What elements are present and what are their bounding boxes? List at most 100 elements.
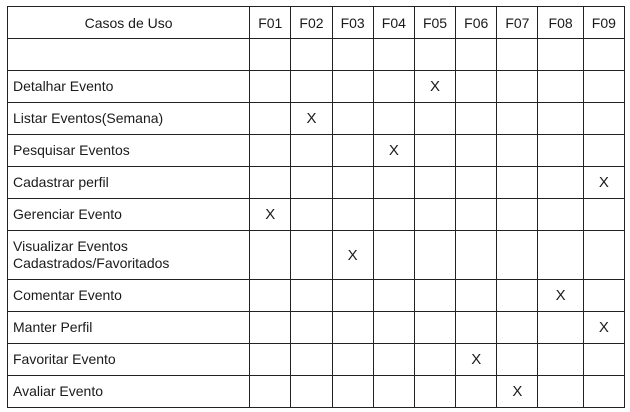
header-f01: F01 bbox=[249, 6, 292, 39]
table-row bbox=[6, 38, 626, 71]
mark-cell: X bbox=[496, 375, 539, 408]
header-f08: F08 bbox=[537, 6, 584, 39]
mark-cell bbox=[249, 343, 292, 376]
mark-cell bbox=[496, 198, 539, 231]
mark-cell bbox=[331, 375, 374, 408]
mark-cell bbox=[249, 38, 292, 71]
use-case-cell: Avaliar Evento bbox=[6, 375, 251, 408]
header-f02: F02 bbox=[290, 6, 333, 39]
table-row: Visualizar Eventos Cadastrados/Favoritad… bbox=[6, 230, 626, 280]
traceability-matrix: Casos de Uso F01 F02 F03 F04 F05 F06 F07… bbox=[6, 6, 626, 408]
mark-cell bbox=[413, 198, 457, 231]
table-row: Comentar Evento X bbox=[6, 279, 626, 312]
mark-cell bbox=[290, 166, 333, 199]
use-case-cell: Detalhar Evento bbox=[6, 70, 251, 103]
mark-cell bbox=[372, 230, 415, 280]
mark-cell bbox=[249, 279, 292, 312]
mark-cell bbox=[582, 230, 626, 280]
use-case-cell: Comentar Evento bbox=[6, 279, 251, 312]
use-case-cell bbox=[6, 38, 251, 71]
mark-cell: X bbox=[249, 198, 292, 231]
mark-cell bbox=[413, 311, 457, 344]
mark-cell bbox=[372, 166, 415, 199]
mark-cell bbox=[537, 375, 584, 408]
mark-cell bbox=[496, 343, 539, 376]
header-f03: F03 bbox=[331, 6, 374, 39]
mark-cell bbox=[455, 230, 498, 280]
mark-cell bbox=[331, 311, 374, 344]
mark-cell bbox=[290, 375, 333, 408]
mark-cell bbox=[537, 311, 584, 344]
mark-cell bbox=[249, 311, 292, 344]
mark-cell bbox=[537, 230, 584, 280]
mark-cell: X bbox=[537, 279, 584, 312]
mark-cell bbox=[331, 343, 374, 376]
mark-cell bbox=[372, 102, 415, 135]
mark-cell bbox=[582, 375, 626, 408]
mark-cell bbox=[455, 375, 498, 408]
use-case-cell: Pesquisar Eventos bbox=[6, 134, 251, 167]
mark-cell bbox=[249, 166, 292, 199]
mark-cell bbox=[331, 70, 374, 103]
mark-cell bbox=[331, 279, 374, 312]
mark-cell: X bbox=[582, 166, 626, 199]
mark-cell bbox=[455, 102, 498, 135]
mark-cell bbox=[496, 230, 539, 280]
mark-cell bbox=[249, 70, 292, 103]
table-row: Avaliar Evento X bbox=[6, 375, 626, 408]
mark-cell bbox=[496, 166, 539, 199]
use-case-cell: Gerenciar Evento bbox=[6, 198, 251, 231]
mark-cell bbox=[537, 70, 584, 103]
mark-cell bbox=[582, 198, 626, 231]
mark-cell bbox=[413, 38, 457, 71]
mark-cell bbox=[372, 70, 415, 103]
use-case-cell: Visualizar Eventos Cadastrados/Favoritad… bbox=[6, 230, 251, 280]
use-case-cell: Cadastrar perfil bbox=[6, 166, 251, 199]
mark-cell bbox=[372, 311, 415, 344]
mark-cell bbox=[290, 38, 333, 71]
use-case-cell: Listar Eventos(Semana) bbox=[6, 102, 251, 135]
mark-cell bbox=[290, 343, 333, 376]
mark-cell bbox=[455, 70, 498, 103]
header-f09: F09 bbox=[582, 6, 626, 39]
mark-cell bbox=[582, 279, 626, 312]
mark-cell bbox=[537, 102, 584, 135]
mark-cell: X bbox=[372, 134, 415, 167]
mark-cell bbox=[413, 375, 457, 408]
mark-cell bbox=[496, 102, 539, 135]
header-f05: F05 bbox=[413, 6, 457, 39]
mark-cell bbox=[290, 70, 333, 103]
mark-cell bbox=[331, 38, 374, 71]
mark-cell bbox=[413, 166, 457, 199]
header-row: Casos de Uso F01 F02 F03 F04 F05 F06 F07… bbox=[6, 6, 626, 39]
mark-cell bbox=[372, 279, 415, 312]
mark-cell bbox=[249, 102, 292, 135]
mark-cell bbox=[331, 166, 374, 199]
mark-cell bbox=[582, 70, 626, 103]
mark-cell bbox=[372, 198, 415, 231]
mark-cell bbox=[455, 198, 498, 231]
mark-cell bbox=[455, 38, 498, 71]
table-row: Listar Eventos(Semana) X bbox=[6, 102, 626, 135]
mark-cell bbox=[496, 38, 539, 71]
header-f04: F04 bbox=[372, 6, 415, 39]
mark-cell bbox=[290, 279, 333, 312]
mark-cell bbox=[537, 343, 584, 376]
header-use-cases: Casos de Uso bbox=[6, 6, 251, 39]
mark-cell bbox=[372, 375, 415, 408]
mark-cell bbox=[455, 134, 498, 167]
matrix-body: Detalhar Evento X Listar Eventos(Semana) X… bbox=[6, 38, 626, 408]
mark-cell bbox=[582, 134, 626, 167]
mark-cell bbox=[249, 375, 292, 408]
header-f06: F06 bbox=[455, 6, 498, 39]
mark-cell bbox=[413, 279, 457, 312]
mark-cell bbox=[496, 311, 539, 344]
table-row: Detalhar Evento X bbox=[6, 70, 626, 103]
mark-cell bbox=[331, 102, 374, 135]
mark-cell bbox=[331, 198, 374, 231]
mark-cell bbox=[290, 311, 333, 344]
mark-cell bbox=[537, 134, 584, 167]
mark-cell bbox=[372, 38, 415, 71]
mark-cell: X bbox=[331, 230, 374, 280]
mark-cell bbox=[290, 134, 333, 167]
